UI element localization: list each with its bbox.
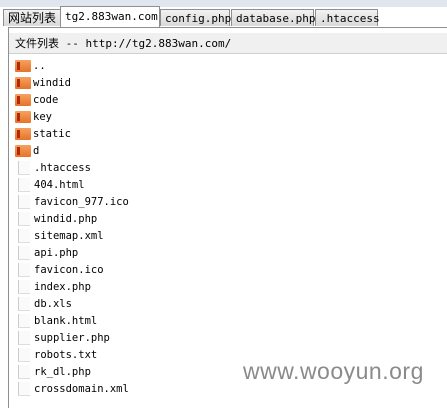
folder-icon xyxy=(15,144,31,157)
folder-item[interactable]: code xyxy=(15,91,129,108)
item-name: key xyxy=(33,110,52,123)
item-name: 404.html xyxy=(34,178,85,191)
file-item[interactable]: blank.html xyxy=(15,312,129,329)
item-name: static xyxy=(33,127,71,140)
file-item[interactable]: crossdomain.xml xyxy=(15,380,129,397)
file-item[interactable]: windid.php xyxy=(15,210,129,227)
file-item[interactable]: .htaccess xyxy=(15,159,129,176)
tab-site-list[interactable]: 网站列表 xyxy=(3,9,61,26)
file-icon xyxy=(18,296,30,311)
file-item[interactable]: supplier.php xyxy=(15,329,129,346)
item-name: windid xyxy=(33,76,71,89)
folder-item[interactable]: windid xyxy=(15,74,129,91)
file-item[interactable]: favicon_977.ico xyxy=(15,193,129,210)
folder-item[interactable]: .. xyxy=(15,57,129,74)
tab-htaccess[interactable]: .htaccess xyxy=(315,9,380,26)
item-name: .htaccess xyxy=(34,161,91,174)
file-item[interactable]: index.php xyxy=(15,278,129,295)
file-item[interactable]: robots.txt xyxy=(15,346,129,363)
file-icon xyxy=(18,245,30,260)
file-item[interactable]: 404.html xyxy=(15,176,129,193)
folder-item[interactable]: static xyxy=(15,125,129,142)
item-name: windid.php xyxy=(34,212,98,225)
folder-icon xyxy=(15,93,31,106)
file-item[interactable]: api.php xyxy=(15,244,129,261)
item-name: rk_dl.php xyxy=(34,365,91,378)
item-name: favicon_977.ico xyxy=(34,195,129,208)
file-icon xyxy=(18,194,30,209)
file-icon xyxy=(18,177,30,192)
file-item[interactable]: rk_dl.php xyxy=(15,363,129,380)
file-item[interactable]: sitemap.xml xyxy=(15,227,129,244)
file-icon xyxy=(18,211,30,226)
item-name: db.xls xyxy=(34,297,72,310)
item-name: blank.html xyxy=(34,314,98,327)
file-list: .. windid code key static d .htaccess 404.html f… xyxy=(15,57,129,397)
item-name: supplier.php xyxy=(34,331,110,344)
folder-item[interactable]: d xyxy=(15,142,129,159)
tab-config-php[interactable]: config.php xyxy=(160,9,231,26)
item-name: sitemap.xml xyxy=(34,229,104,242)
file-icon xyxy=(18,279,30,294)
file-icon xyxy=(18,228,30,243)
file-list-panel: 文件列表 -- http://tg2.883wan.com/ .. windid c… xyxy=(8,27,447,408)
tab-database-php[interactable]: database.php xyxy=(231,9,315,26)
item-name: crossdomain.xml xyxy=(34,382,129,395)
file-icon xyxy=(18,364,30,379)
file-item[interactable]: favicon.ico xyxy=(15,261,129,278)
file-icon xyxy=(18,160,30,175)
item-name: d xyxy=(33,144,40,157)
item-name: api.php xyxy=(34,246,79,259)
file-list-header: 文件列表 -- http://tg2.883wan.com/ xyxy=(9,33,447,54)
file-icon xyxy=(18,262,30,277)
item-name: favicon.ico xyxy=(34,263,104,276)
file-icon xyxy=(18,381,30,396)
item-name: robots.txt xyxy=(34,348,98,361)
folder-icon xyxy=(15,59,31,72)
tab-tg2-883wan[interactable]: tg2.883wan.com xyxy=(60,6,160,27)
file-item[interactable]: db.xls xyxy=(15,295,129,312)
file-icon xyxy=(18,330,30,345)
item-name: index.php xyxy=(34,280,91,293)
file-icon xyxy=(18,313,30,328)
folder-icon xyxy=(15,110,31,123)
folder-item[interactable]: key xyxy=(15,108,129,125)
item-name: .. xyxy=(33,59,46,72)
folder-icon xyxy=(15,127,31,140)
tab-bar: 网站列表 tg2.883wan.com config.php database.… xyxy=(2,6,447,28)
item-name: code xyxy=(33,93,59,106)
folder-icon xyxy=(15,76,31,89)
watermark: www.wooyun.org xyxy=(243,358,424,384)
file-icon xyxy=(18,347,30,362)
